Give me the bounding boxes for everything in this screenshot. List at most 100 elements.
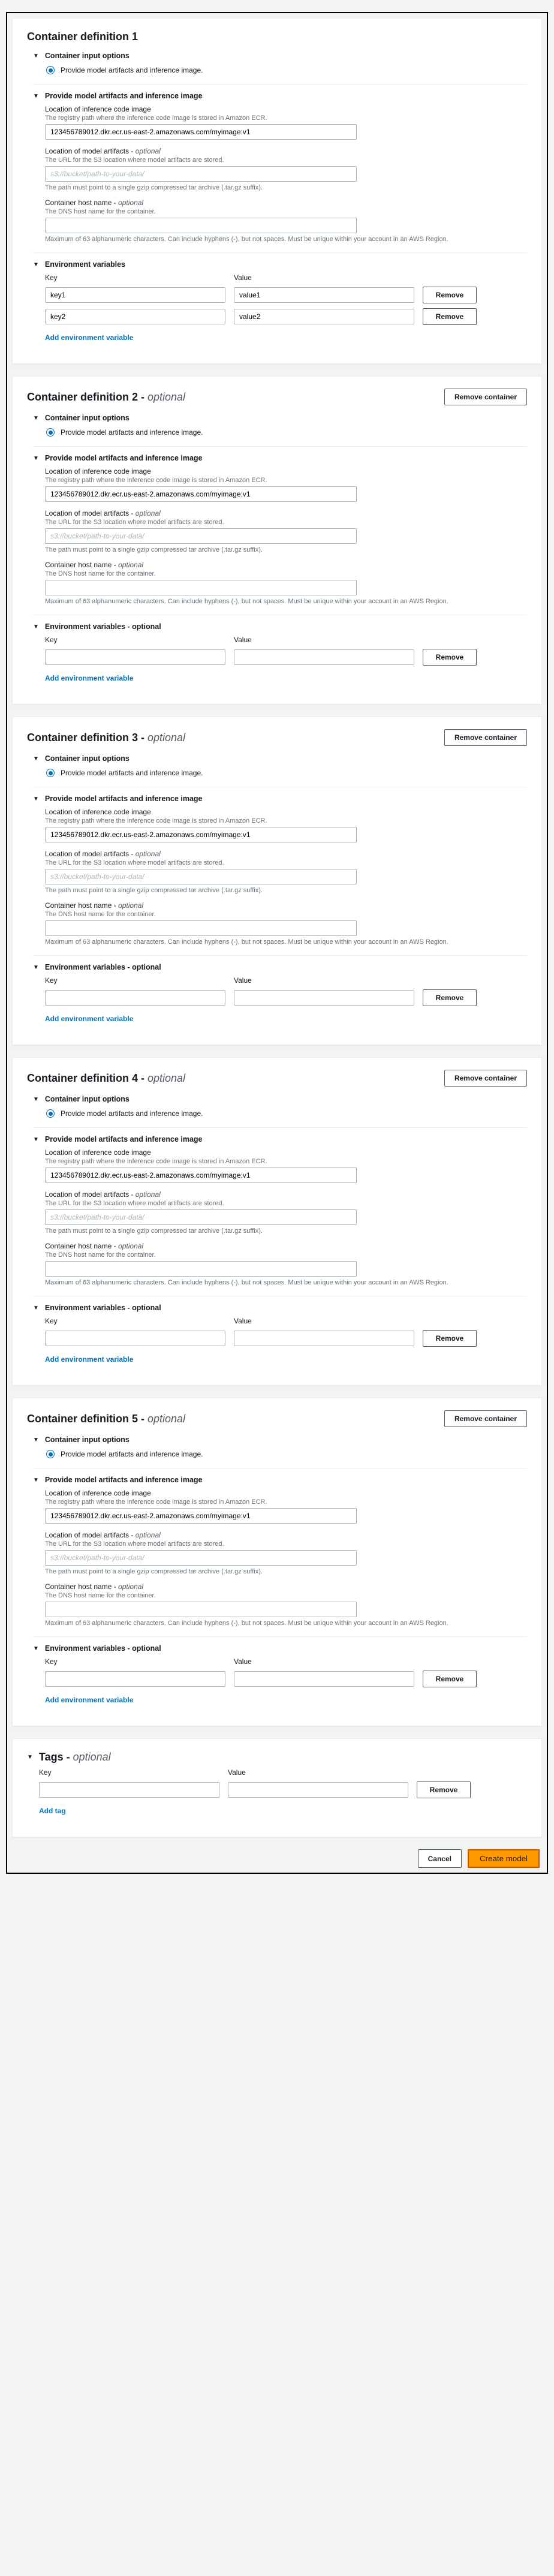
container-input-options-expander[interactable]: ▼ Container input options <box>33 52 527 60</box>
container-host-label: Container host name - optional <box>45 561 527 569</box>
model-artifacts-input[interactable] <box>45 1550 357 1566</box>
env-remove-button[interactable]: Remove <box>423 308 477 325</box>
model-artifacts-input[interactable] <box>45 1209 357 1225</box>
radio-selected-icon <box>46 1450 55 1458</box>
inference-image-desc: The registry path where the inference co… <box>45 477 527 484</box>
env-row: Remove <box>45 287 477 303</box>
container-host-input[interactable] <box>45 1261 357 1277</box>
env-remove-button[interactable]: Remove <box>423 287 477 303</box>
tag-value-input[interactable] <box>228 1782 408 1798</box>
container-host-note: Maximum of 63 alphanumeric characters. C… <box>45 598 527 605</box>
env-value-input[interactable] <box>234 1331 414 1346</box>
env-value-input[interactable] <box>234 990 414 1006</box>
model-artifacts-note: The path must point to a single gzip com… <box>45 887 527 894</box>
container-title: Container definition 2 - optional <box>27 391 185 404</box>
add-env-variable-link[interactable]: Add environment variable <box>45 333 133 342</box>
inference-image-input[interactable] <box>45 1508 357 1524</box>
provide-artifacts-radio[interactable]: Provide model artifacts and inference im… <box>46 428 527 437</box>
provide-artifacts-expander[interactable]: ▼ Provide model artifacts and inference … <box>33 1476 527 1484</box>
container-title: Container definition 4 - optional <box>27 1072 185 1085</box>
env-key-input[interactable] <box>45 309 225 324</box>
env-vars-expander[interactable]: ▼ Environment variables - optional <box>33 1304 527 1312</box>
provide-artifacts-section-label: Provide model artifacts and inference im… <box>45 1135 203 1143</box>
add-env-variable-link[interactable]: Add environment variable <box>45 674 133 682</box>
remove-container-button[interactable]: Remove container <box>444 729 527 746</box>
inference-image-desc: The registry path where the inference co… <box>45 817 527 824</box>
provide-artifacts-expander[interactable]: ▼ Provide model artifacts and inference … <box>33 795 527 803</box>
model-artifacts-desc: The URL for the S3 location where model … <box>45 519 527 526</box>
env-value-input[interactable] <box>234 1671 414 1687</box>
env-vars-expander[interactable]: ▼ Environment variables - optional <box>33 1644 527 1653</box>
env-value-input[interactable] <box>234 287 414 303</box>
env-value-input[interactable] <box>234 649 414 665</box>
provide-artifacts-radio[interactable]: Provide model artifacts and inference im… <box>46 1450 527 1458</box>
cancel-button[interactable]: Cancel <box>418 1849 462 1868</box>
env-vars-expander[interactable]: ▼ Environment variables <box>33 260 527 269</box>
add-tag-link[interactable]: Add tag <box>39 1807 66 1815</box>
env-vars-expander[interactable]: ▼ Environment variables - optional <box>33 622 527 631</box>
provide-artifacts-radio[interactable]: Provide model artifacts and inference im… <box>46 1109 527 1118</box>
container-host-label: Container host name - optional <box>45 901 527 910</box>
add-env-variable-link[interactable]: Add environment variable <box>45 1696 133 1704</box>
env-key-header: Key <box>45 976 225 985</box>
remove-container-button[interactable]: Remove container <box>444 1410 527 1427</box>
page-container: Container definition 1 ▼ Container input… <box>6 12 548 1874</box>
tag-remove-button[interactable]: Remove <box>417 1781 471 1798</box>
container-input-options-expander[interactable]: ▼ Container input options <box>33 1436 527 1444</box>
env-key-input[interactable] <box>45 1671 225 1687</box>
container-input-options-expander[interactable]: ▼ Container input options <box>33 414 527 422</box>
model-artifacts-input[interactable] <box>45 869 357 884</box>
provide-artifacts-radio[interactable]: Provide model artifacts and inference im… <box>46 66 527 74</box>
env-vars-expander[interactable]: ▼ Environment variables - optional <box>33 963 527 971</box>
container-host-input[interactable] <box>45 580 357 595</box>
provide-artifacts-radio-label: Provide model artifacts and inference im… <box>61 769 203 777</box>
provide-artifacts-expander[interactable]: ▼ Provide model artifacts and inference … <box>33 92 527 100</box>
tags-title: Tags - optional <box>39 1751 111 1764</box>
inference-image-desc: The registry path where the inference co… <box>45 1158 527 1165</box>
container-host-input[interactable] <box>45 218 357 233</box>
env-key-input[interactable] <box>45 287 225 303</box>
model-artifacts-input[interactable] <box>45 528 357 544</box>
field-inference-image: Location of inference code image The reg… <box>45 808 527 842</box>
env-value-input[interactable] <box>234 309 414 324</box>
container-input-options-expander[interactable]: ▼ Container input options <box>33 1095 527 1103</box>
container-input-options-expander[interactable]: ▼ Container input options <box>33 754 527 763</box>
provide-artifacts-radio-label: Provide model artifacts and inference im… <box>61 1109 203 1118</box>
add-env-variable-link[interactable]: Add environment variable <box>45 1355 133 1364</box>
create-model-button[interactable]: Create model <box>468 1849 540 1868</box>
env-key-input[interactable] <box>45 1331 225 1346</box>
env-remove-button[interactable]: Remove <box>423 1671 477 1687</box>
container-title: Container definition 3 - optional <box>27 732 185 744</box>
add-env-variable-link[interactable]: Add environment variable <box>45 1015 133 1023</box>
env-remove-button[interactable]: Remove <box>423 649 477 666</box>
container-host-input[interactable] <box>45 1602 357 1617</box>
caret-down-icon: ▼ <box>33 796 39 802</box>
remove-container-button[interactable]: Remove container <box>444 1070 527 1087</box>
inference-image-input[interactable] <box>45 827 357 842</box>
env-key-input[interactable] <box>45 649 225 665</box>
container-input-options-label: Container input options <box>45 1436 130 1444</box>
tags-expander[interactable]: ▼ Tags - optional <box>27 1751 527 1764</box>
container-host-input[interactable] <box>45 920 357 936</box>
provide-artifacts-radio[interactable]: Provide model artifacts and inference im… <box>46 769 527 777</box>
tag-row: Remove <box>39 1781 471 1798</box>
inference-image-input[interactable] <box>45 486 357 502</box>
caret-down-icon: ▼ <box>33 53 39 59</box>
env-remove-button[interactable]: Remove <box>423 1330 477 1347</box>
env-header-row: Key Value <box>45 636 477 644</box>
remove-container-button[interactable]: Remove container <box>444 389 527 405</box>
env-value-header: Value <box>234 636 414 644</box>
inference-image-input[interactable] <box>45 1167 357 1183</box>
provide-artifacts-expander[interactable]: ▼ Provide model artifacts and inference … <box>33 1135 527 1143</box>
inference-image-input[interactable] <box>45 124 357 140</box>
env-key-input[interactable] <box>45 990 225 1006</box>
container-input-options-label: Container input options <box>45 414 130 422</box>
model-artifacts-input[interactable] <box>45 166 357 182</box>
caret-down-icon: ▼ <box>33 455 39 462</box>
field-model-artifacts: Location of model artifacts - optional T… <box>45 1190 527 1235</box>
provide-artifacts-expander[interactable]: ▼ Provide model artifacts and inference … <box>33 454 527 462</box>
model-artifacts-desc: The URL for the S3 location where model … <box>45 157 527 164</box>
env-remove-button[interactable]: Remove <box>423 989 477 1006</box>
field-model-artifacts: Location of model artifacts - optional T… <box>45 1531 527 1575</box>
tag-key-input[interactable] <box>39 1782 219 1798</box>
